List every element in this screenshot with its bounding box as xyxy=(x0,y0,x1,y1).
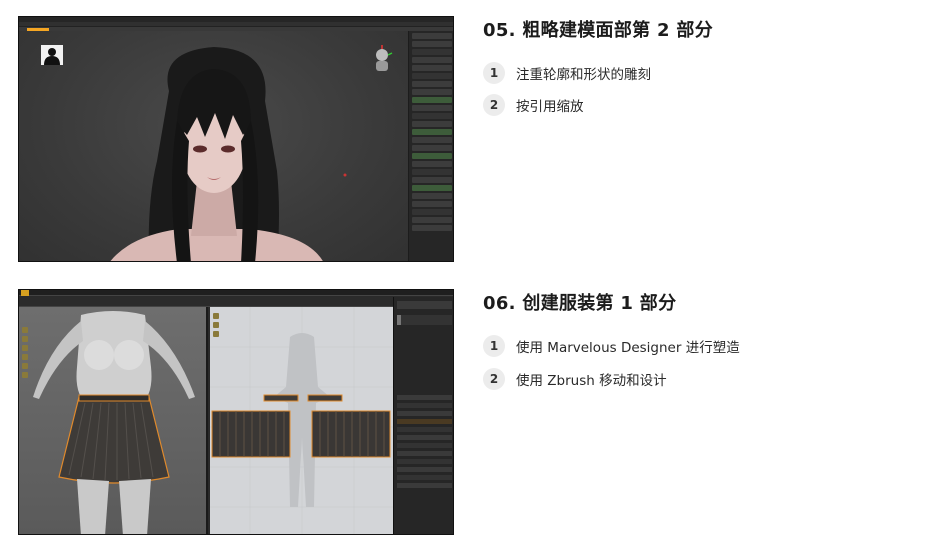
palette-row[interactable] xyxy=(412,169,452,175)
property-row[interactable] xyxy=(397,435,452,440)
zbrush-viewport[interactable] xyxy=(19,31,408,261)
list-item: 1 注重轮廓和形状的雕刻 xyxy=(483,62,651,84)
palette-row[interactable] xyxy=(412,161,452,167)
property-row[interactable] xyxy=(397,403,452,408)
section-title: 05. 粗略建模面部第 2 部分 xyxy=(483,20,714,41)
section-create-clothing: 06. 创建服装第 1 部分 1 使用 Marvelous Designer 进… xyxy=(483,291,903,390)
palette-row[interactable] xyxy=(412,105,452,111)
step-text: 注重轮廓和形状的雕刻 xyxy=(516,67,651,83)
palette-row[interactable] xyxy=(412,153,452,159)
tool-icon[interactable] xyxy=(213,322,219,328)
palette-row[interactable] xyxy=(412,129,452,135)
palette-row[interactable] xyxy=(412,89,452,95)
palette-row[interactable] xyxy=(412,49,452,55)
md-toolbar[interactable] xyxy=(19,297,453,307)
palette-row[interactable] xyxy=(412,73,452,79)
avatar-with-skirt-model xyxy=(33,311,195,534)
tool-icon[interactable] xyxy=(213,313,219,319)
step-text: 按引用缩放 xyxy=(516,99,584,115)
marvelous-designer-screenshot xyxy=(18,289,454,535)
list-item: 2 使用 Zbrush 移动和设计 xyxy=(483,368,667,390)
palette-row[interactable] xyxy=(412,137,452,143)
step-number-badge: 1 xyxy=(483,62,505,84)
palette-row[interactable] xyxy=(412,185,452,191)
step-text: 使用 Zbrush 移动和设计 xyxy=(516,373,667,389)
md-property-panel[interactable] xyxy=(393,297,453,534)
palette-row[interactable] xyxy=(412,145,452,151)
panel-tab-bar[interactable] xyxy=(397,301,452,309)
palette-row[interactable] xyxy=(412,41,452,47)
palette-row[interactable] xyxy=(412,33,452,39)
zbrush-tool-palette[interactable] xyxy=(408,31,453,261)
palette-row[interactable] xyxy=(412,113,452,119)
pattern-layout xyxy=(210,307,393,534)
list-item: 1 使用 Marvelous Designer 进行塑造 xyxy=(483,335,740,357)
property-row[interactable] xyxy=(397,459,452,464)
palette-row[interactable] xyxy=(412,65,452,71)
palette-row[interactable] xyxy=(412,177,452,183)
fabric-list-item[interactable] xyxy=(397,315,452,325)
tool-icon[interactable] xyxy=(213,331,219,337)
palette-row[interactable] xyxy=(412,209,452,215)
property-row[interactable] xyxy=(397,427,452,432)
palette-row[interactable] xyxy=(412,217,452,223)
property-row[interactable] xyxy=(397,395,452,400)
palette-row[interactable] xyxy=(412,97,452,103)
palette-row[interactable] xyxy=(412,225,452,231)
property-row[interactable] xyxy=(397,419,452,424)
zbrush-menubar[interactable] xyxy=(19,22,453,27)
property-row[interactable] xyxy=(397,467,452,472)
step-number-badge: 2 xyxy=(483,94,505,116)
palette-row[interactable] xyxy=(412,201,452,207)
marvelous-logo-icon xyxy=(21,290,29,296)
md-3d-viewport[interactable] xyxy=(19,307,208,534)
section-rough-face-modeling: 05. 粗略建模面部第 2 部分 1 注重轮廓和形状的雕刻 2 按引用缩放 xyxy=(483,18,903,116)
palette-row[interactable] xyxy=(412,57,452,63)
property-row[interactable] xyxy=(397,443,452,448)
palette-row[interactable] xyxy=(412,193,452,199)
property-row[interactable] xyxy=(397,483,452,488)
md-2d-pattern-window[interactable] xyxy=(210,307,393,534)
step-text: 使用 Marvelous Designer 进行塑造 xyxy=(516,340,740,356)
section-title: 06. 创建服装第 1 部分 xyxy=(483,293,677,314)
property-row[interactable] xyxy=(397,475,452,480)
property-row[interactable] xyxy=(397,451,452,456)
zbrush-screenshot xyxy=(18,16,454,262)
list-item: 2 按引用缩放 xyxy=(483,94,584,116)
md-menubar[interactable] xyxy=(19,290,453,296)
character-head-model xyxy=(110,47,347,261)
md-2d-tool-strip[interactable] xyxy=(213,313,219,373)
step-number-badge: 1 xyxy=(483,335,505,357)
palette-row[interactable] xyxy=(412,121,452,127)
step-number-badge: 2 xyxy=(483,368,505,390)
property-row[interactable] xyxy=(397,411,452,416)
palette-row[interactable] xyxy=(412,81,452,87)
